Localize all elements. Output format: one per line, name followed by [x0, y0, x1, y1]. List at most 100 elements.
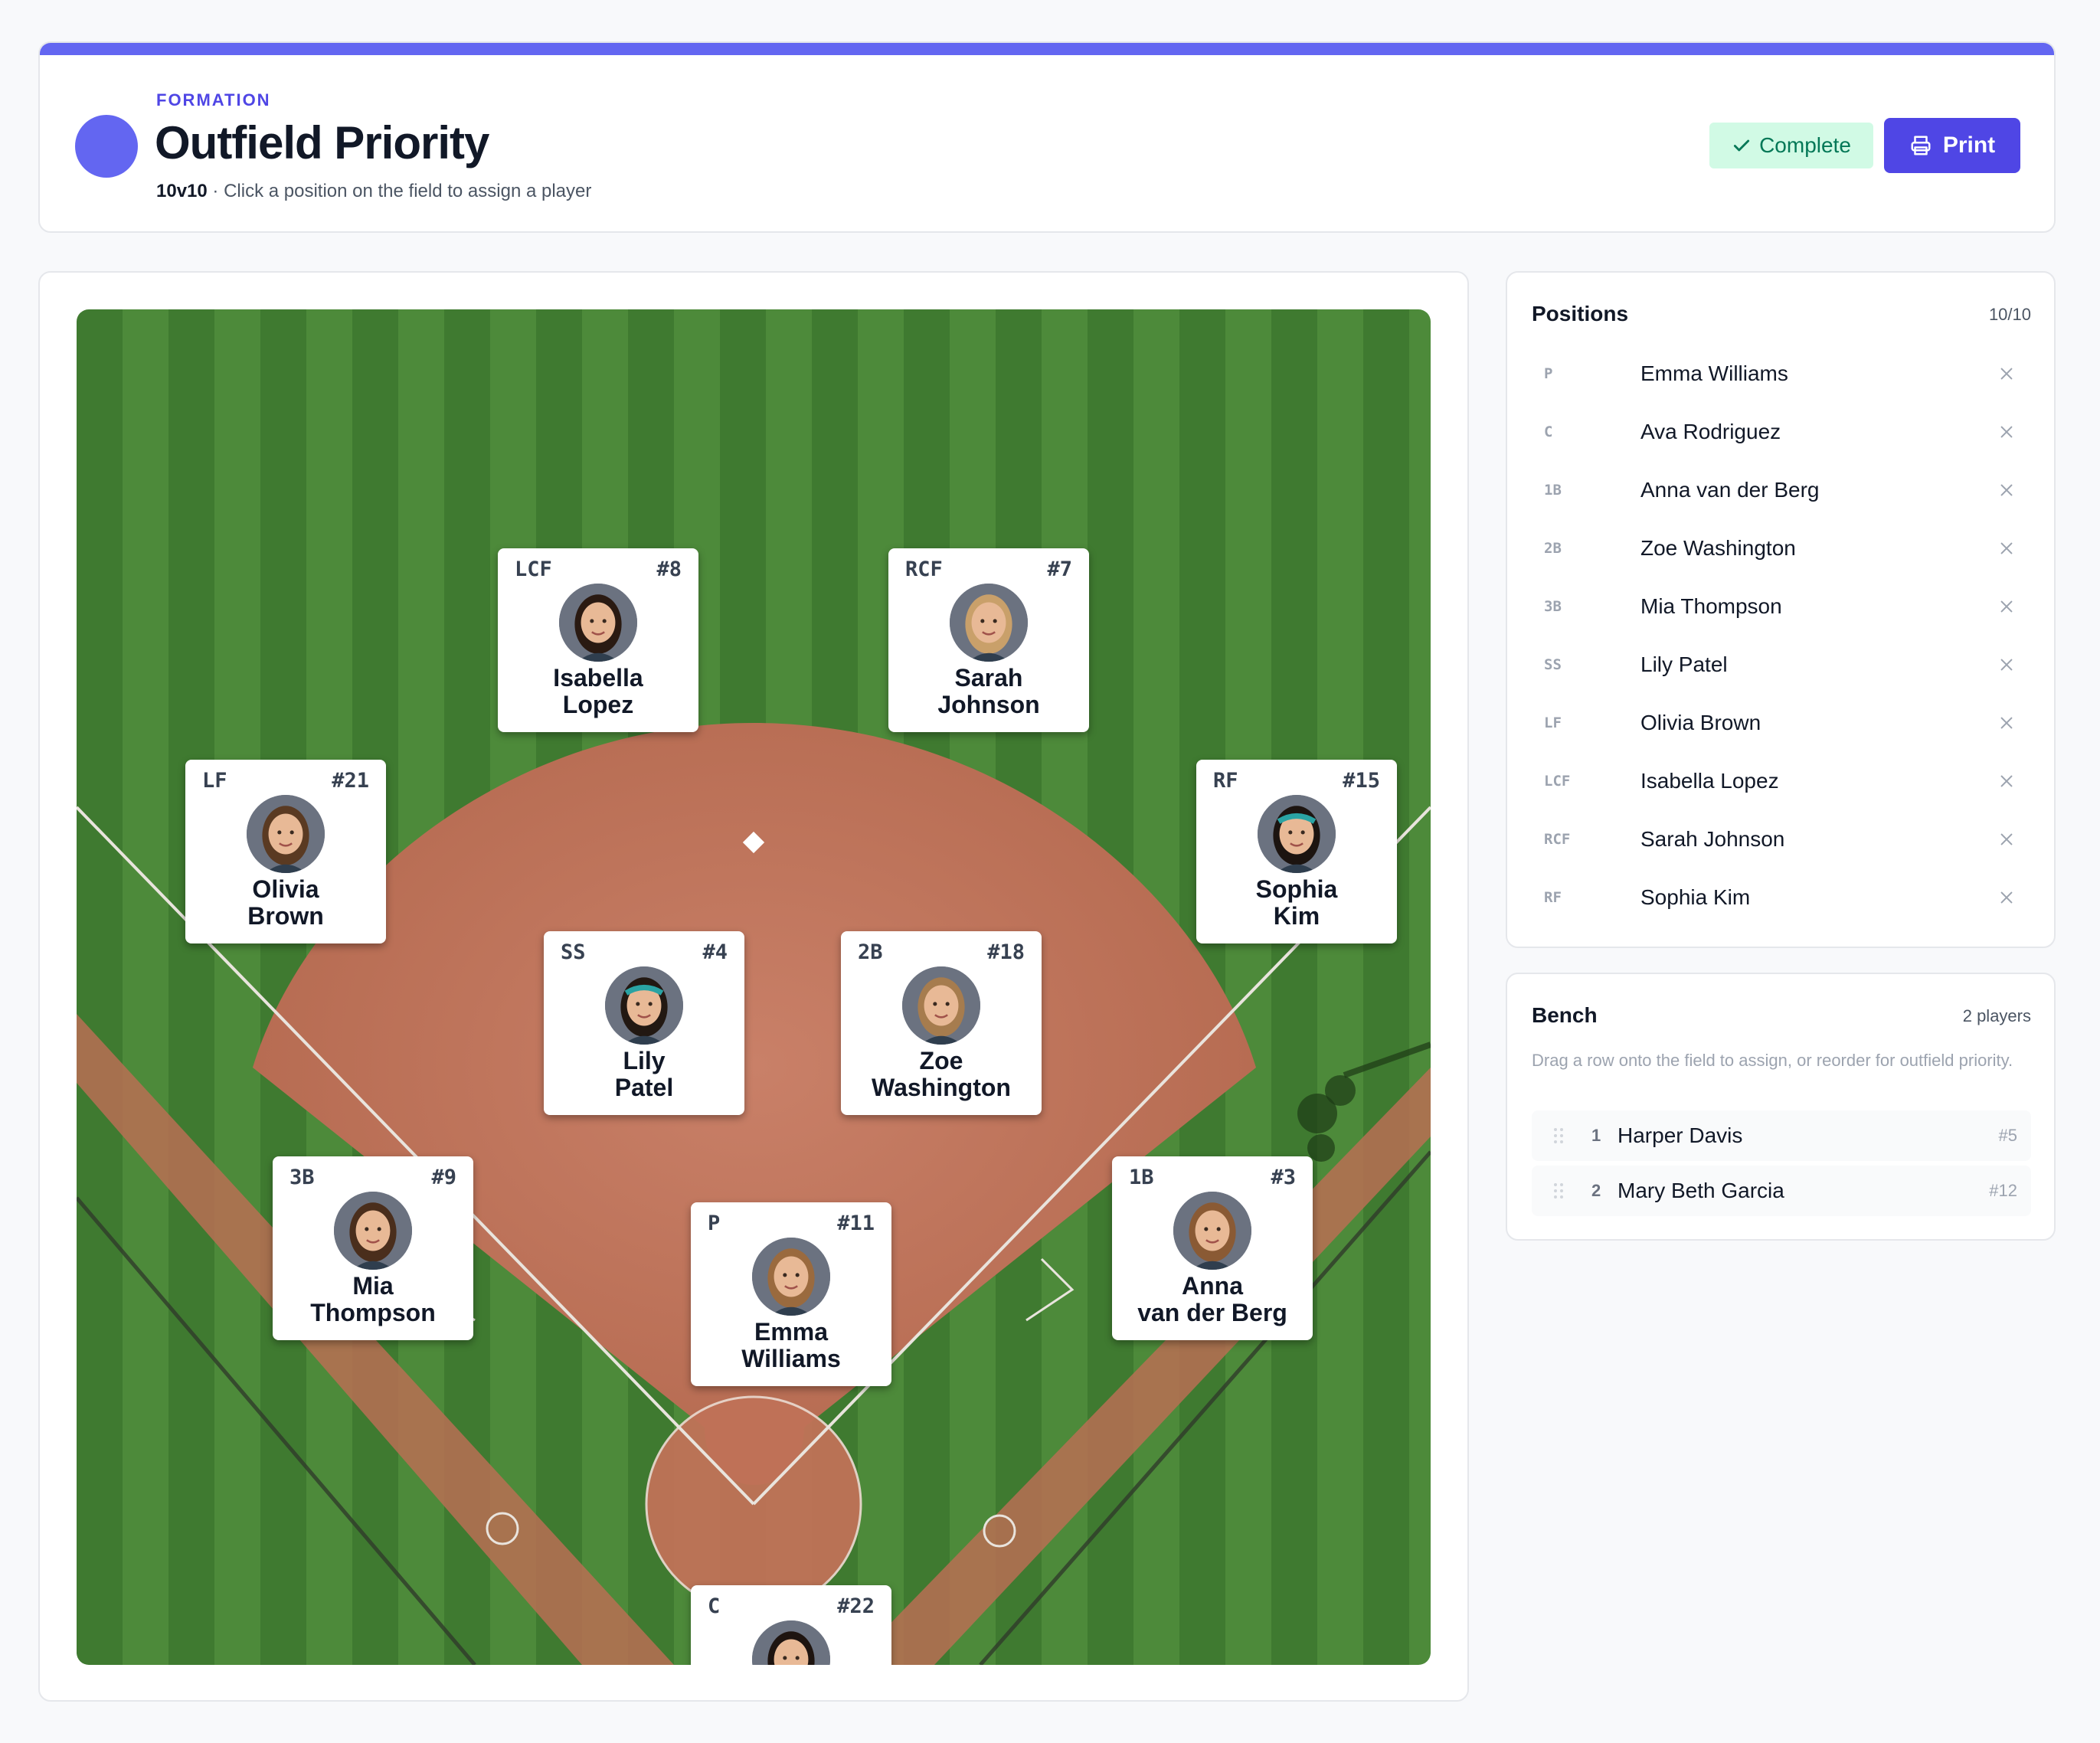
player-last-name: Brown [247, 902, 324, 930]
bench-player-name: Harper Davis [1618, 1123, 1743, 1147]
assigned-player-name: Ava Rodriguez [1640, 420, 1781, 443]
position-row-c[interactable]: C Ava Rodriguez [1532, 403, 2031, 461]
position-card-c[interactable]: C#22AvaRodriguez [691, 1585, 891, 1665]
player-first-name: Lily [623, 1047, 666, 1074]
position-code: 1B [1544, 482, 1562, 499]
close-icon[interactable] [1996, 829, 2017, 850]
assigned-player-name: Emma Williams [1640, 361, 1788, 385]
close-icon[interactable] [1996, 770, 2017, 792]
position-code: C [1544, 423, 1553, 440]
position-card-lf[interactable]: LF #21 Olivia Brown [185, 760, 386, 943]
formation-subtitle: 10v10 · Click a position on the field to… [156, 181, 591, 202]
position-card-ss[interactable]: SS #4 Lily Patel [544, 931, 744, 1115]
positions-list: P Emma Williams C Ava Rodriguez 1B Anna van d… [1532, 345, 2031, 927]
player-name: Sophia Kim [1196, 876, 1397, 930]
jersey-number: #12 [1989, 1181, 2017, 1200]
position-card-1b[interactable]: 1B #3 Anna van der Berg [1112, 1156, 1313, 1340]
avatar [752, 1620, 830, 1665]
position-code: RF [1544, 889, 1562, 906]
close-icon[interactable] [1996, 654, 2017, 675]
position-card-p[interactable]: P #11 Emma Williams [691, 1202, 891, 1386]
position-row-2b[interactable]: 2B Zoe Washington [1532, 519, 2031, 577]
position-code: LF [202, 769, 227, 793]
player-name: Isabella Lopez [498, 665, 698, 718]
player-last-name: Kim [1273, 902, 1320, 930]
close-icon[interactable] [1996, 596, 2017, 617]
position-row-lf[interactable]: LF Olivia Brown [1532, 694, 2031, 752]
close-icon[interactable] [1996, 421, 2017, 443]
jersey-number: #18 [987, 940, 1025, 964]
position-card-2b[interactable]: 2B #18 Zoe Washington [841, 931, 1042, 1115]
assigned-player-name: Mia Thompson [1640, 594, 1782, 618]
close-icon[interactable] [1996, 363, 2017, 384]
player-last-name: Washington [872, 1074, 1011, 1101]
assigned-player-name: Zoe Washington [1640, 536, 1796, 560]
bench-priority-index: 2 [1591, 1181, 1601, 1200]
jersey-number: #4 [702, 940, 728, 964]
position-row-rcf[interactable]: RCF Sarah Johnson [1532, 810, 2031, 868]
position-card-3b[interactable]: 3B #9 Mia Thompson [273, 1156, 473, 1340]
assigned-player-name: Isabella Lopez [1640, 769, 1779, 793]
position-code: 2B [858, 940, 883, 964]
subtitle-hint: · Click a position on the field to assig… [207, 181, 592, 201]
player-name: Lily Patel [544, 1048, 744, 1101]
position-card-rcf[interactable]: RCF #7 Sarah Johnson [888, 548, 1089, 732]
position-code: SS [1544, 656, 1562, 673]
position-row-3b[interactable]: 3B Mia Thompson [1532, 577, 2031, 636]
player-last-name: Lopez [562, 691, 634, 718]
status-label: Complete [1759, 133, 1851, 157]
position-card-rf[interactable]: RF #15 Sophia Kim [1196, 760, 1397, 943]
assigned-player-name: Anna van der Berg [1640, 478, 1820, 502]
close-icon[interactable] [1996, 538, 2017, 559]
position-row-rf[interactable]: RF Sophia Kim [1532, 868, 2031, 927]
position-row-p[interactable]: P Emma Williams [1532, 345, 2031, 403]
drag-handle-icon[interactable] [1552, 1181, 1565, 1205]
bench-row[interactable]: 2 Mary Beth Garcia #12 [1532, 1166, 2031, 1216]
print-button[interactable]: Print [1884, 118, 2020, 173]
assigned-player-name: Sophia Kim [1640, 885, 1751, 909]
close-icon[interactable] [1996, 712, 2017, 734]
bench-row[interactable]: 1 Harper Davis #5 [1532, 1110, 2031, 1161]
position-code: 3B [289, 1166, 315, 1189]
drag-handle-icon[interactable] [1552, 1126, 1565, 1149]
player-name: Anna van der Berg [1112, 1273, 1313, 1326]
jersey-number: #11 [837, 1212, 875, 1235]
position-code: 1B [1129, 1166, 1154, 1189]
position-code: P [1544, 365, 1553, 382]
bench-player-name: Mary Beth Garcia [1618, 1179, 1784, 1202]
position-code: LCF [1544, 773, 1571, 790]
jersey-number: #3 [1271, 1166, 1296, 1189]
player-first-name: Isabella [553, 664, 643, 692]
position-code: RCF [905, 558, 943, 581]
position-code: P [708, 1212, 721, 1235]
jersey-number: #22 [837, 1594, 875, 1618]
position-code: LF [1544, 715, 1562, 731]
position-code: 3B [1544, 598, 1562, 615]
position-row-ss[interactable]: SS Lily Patel [1532, 636, 2031, 694]
bench-list: 1 Harper Davis #5 2 Mary Beth Garcia #12 [1532, 1110, 2031, 1221]
player-last-name: van der Berg [1137, 1299, 1287, 1326]
avatar [247, 795, 325, 873]
jersey-number: #15 [1343, 769, 1380, 793]
format-label: 10v10 [156, 181, 208, 201]
position-code: RCF [1544, 831, 1571, 848]
print-label: Print [1942, 132, 1996, 158]
position-code: 2B [1544, 540, 1562, 557]
softball-field[interactable]: LCF #8 Isabella Lopez RCF #7 Sarah Johnson LF #21… [77, 309, 1431, 1665]
player-first-name: Zoe [919, 1047, 963, 1074]
positions-panel: Positions 10/10 P Emma Williams C Ava Rodri… [1506, 271, 2056, 948]
close-icon[interactable] [1996, 887, 2017, 908]
position-row-1b[interactable]: 1B Anna van der Berg [1532, 461, 2031, 519]
check-icon [1734, 139, 1750, 152]
position-row-lcf[interactable]: LCF Isabella Lopez [1532, 752, 2031, 810]
avatar [334, 1192, 412, 1270]
player-name: Zoe Washington [841, 1048, 1042, 1101]
bench-priority-index: 1 [1591, 1126, 1601, 1145]
eyebrow-label: FORMATION [156, 90, 271, 110]
printer-icon [1911, 136, 1931, 155]
avatar [1173, 1192, 1251, 1270]
position-card-lcf[interactable]: LCF #8 Isabella Lopez [498, 548, 698, 732]
positions-count: 10/10 [1988, 305, 2031, 324]
close-icon[interactable] [1996, 479, 2017, 501]
player-name: Emma Williams [691, 1319, 891, 1372]
